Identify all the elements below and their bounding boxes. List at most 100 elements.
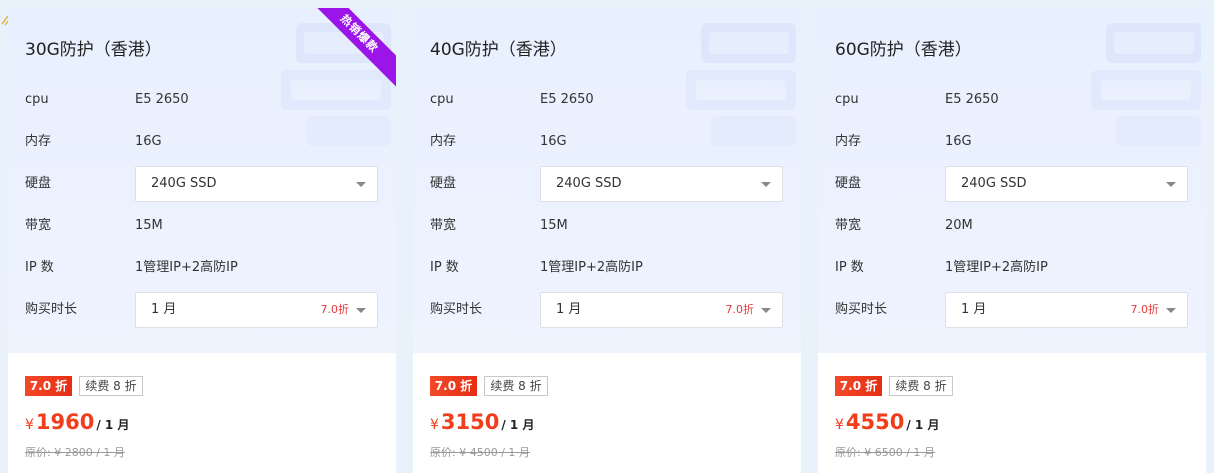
price-currency: ¥ [835,417,844,433]
duration-discount-tag: 7.0折 [320,303,350,316]
disk-select[interactable]: 240G SSD [540,166,783,202]
renew-discount-badge: 续费 8 折 [484,376,548,396]
spec-row-ip: IP 数 1管理IP+2高防IP [430,250,783,286]
card-title: 60G防护（香港） [835,40,972,60]
price: ¥3150/ 1 月 [430,410,534,440]
disk-select[interactable]: 240G SSD [945,166,1188,202]
spec-value: 1管理IP+2高防IP [135,260,238,275]
spec-value: 16G [135,134,162,149]
price-value: 3150 [440,410,500,434]
product-card: 40G防护（香港） cpu E5 2650 内存 16G 硬盘 240G SSD… [413,8,801,473]
price-value: 1960 [35,410,95,434]
spec-row-ip: IP 数 1管理IP+2高防IP [25,250,378,286]
spec-row-bandwidth: 带宽 15M [430,208,783,244]
spec-value: 15M [135,218,163,233]
duration-select-value: 1 月 [151,302,177,317]
duration-discount-tag: 7.0折 [725,303,755,316]
spec-label: cpu [835,92,859,107]
spec-value: 15M [540,218,568,233]
discount-badge: 7.0 折 [430,376,477,396]
spec-value: E5 2650 [540,92,594,107]
spec-row-duration: 购买时长 1 月 7.0折 [25,292,378,328]
duration-discount-tag: 7.0折 [1130,303,1160,316]
duration-select[interactable]: 1 月 7.0折 [540,292,783,328]
spec-label: cpu [25,92,49,107]
spec-value: E5 2650 [945,92,999,107]
spec-label: cpu [430,92,454,107]
spec-row-cpu: cpu E5 2650 [430,82,783,118]
spec-label: 购买时长 [430,302,483,317]
spec-label: IP 数 [430,260,459,275]
spec-value: 20M [945,218,973,233]
renew-discount-badge: 续费 8 折 [79,376,143,396]
product-cards: 热销爆款 30G防护（香港） cpu E5 2650 内存 16G 硬盘 240… [8,8,1206,473]
spec-label: 硬盘 [430,176,457,191]
renew-discount-badge: 续费 8 折 [889,376,953,396]
spec-row-bandwidth: 带宽 20M [835,208,1188,244]
price-currency: ¥ [25,417,34,433]
discount-badge: 7.0 折 [25,376,72,396]
spec-label: 硬盘 [835,176,862,191]
price-currency: ¥ [430,417,439,433]
spec-row-duration: 购买时长 1 月 7.0折 [835,292,1188,328]
original-price: 原价: ¥ 6500 / 1 月 [835,446,935,459]
spec-value: 16G [540,134,567,149]
spec-row-cpu: cpu E5 2650 [25,82,378,118]
price: ¥4550/ 1 月 [835,410,939,440]
product-card: 热销爆款 30G防护（香港） cpu E5 2650 内存 16G 硬盘 240… [8,8,396,473]
chevron-down-icon [356,182,366,187]
product-card: 60G防护（香港） cpu E5 2650 内存 16G 硬盘 240G SSD… [818,8,1206,473]
price-value: 4550 [845,410,905,434]
chevron-down-icon [1166,182,1176,187]
chevron-down-icon [761,182,771,187]
spec-label: 购买时长 [25,302,78,317]
price: ¥1960/ 1 月 [25,410,129,440]
spec-row-memory: 内存 16G [430,124,783,160]
spec-label: IP 数 [835,260,864,275]
card-spec-panel: 60G防护（香港） cpu E5 2650 内存 16G 硬盘 240G SSD… [818,8,1206,353]
spec-label: 内存 [25,134,52,149]
disk-select-value: 240G SSD [556,176,622,191]
spec-label: 内存 [835,134,862,149]
duration-select-value: 1 月 [961,302,987,317]
spec-label: IP 数 [25,260,54,275]
card-title: 30G防护（香港） [25,40,162,60]
card-spec-panel: 40G防护（香港） cpu E5 2650 内存 16G 硬盘 240G SSD… [413,8,801,353]
duration-select-value: 1 月 [556,302,582,317]
duration-select[interactable]: 1 月 7.0折 [135,292,378,328]
discount-badge: 7.0 折 [835,376,882,396]
original-price: 原价: ¥ 4500 / 1 月 [430,446,530,459]
spec-value: 1管理IP+2高防IP [540,260,643,275]
price-unit: / 1 月 [96,418,130,432]
spec-value: 1管理IP+2高防IP [945,260,1048,275]
spec-row-cpu: cpu E5 2650 [835,82,1188,118]
card-title: 40G防护（香港） [430,40,567,60]
spec-label: 带宽 [835,218,862,233]
spec-label: 硬盘 [25,176,52,191]
duration-select[interactable]: 1 月 7.0折 [945,292,1188,328]
chevron-down-icon [1166,308,1176,313]
price-unit: / 1 月 [501,418,535,432]
spec-row-disk: 硬盘 240G SSD [835,166,1188,202]
disk-select-value: 240G SSD [961,176,1027,191]
spec-row-memory: 内存 16G [835,124,1188,160]
spec-row-duration: 购买时长 1 月 7.0折 [430,292,783,328]
spec-value: E5 2650 [135,92,189,107]
card-spec-panel: 热销爆款 30G防护（香港） cpu E5 2650 内存 16G 硬盘 240… [8,8,396,353]
spec-row-ip: IP 数 1管理IP+2高防IP [835,250,1188,286]
spec-label: 带宽 [25,218,52,233]
disk-select[interactable]: 240G SSD [135,166,378,202]
price-unit: / 1 月 [906,418,940,432]
spec-label: 内存 [430,134,457,149]
spec-row-disk: 硬盘 240G SSD [25,166,378,202]
chevron-down-icon [356,308,366,313]
disk-select-value: 240G SSD [151,176,217,191]
spec-row-bandwidth: 带宽 15M [25,208,378,244]
original-price: 原价: ¥ 2800 / 1 月 [25,446,125,459]
spec-value: 16G [945,134,972,149]
spec-label: 购买时长 [835,302,888,317]
spec-label: 带宽 [430,218,457,233]
spec-row-memory: 内存 16G [25,124,378,160]
chevron-down-icon [761,308,771,313]
spec-row-disk: 硬盘 240G SSD [430,166,783,202]
